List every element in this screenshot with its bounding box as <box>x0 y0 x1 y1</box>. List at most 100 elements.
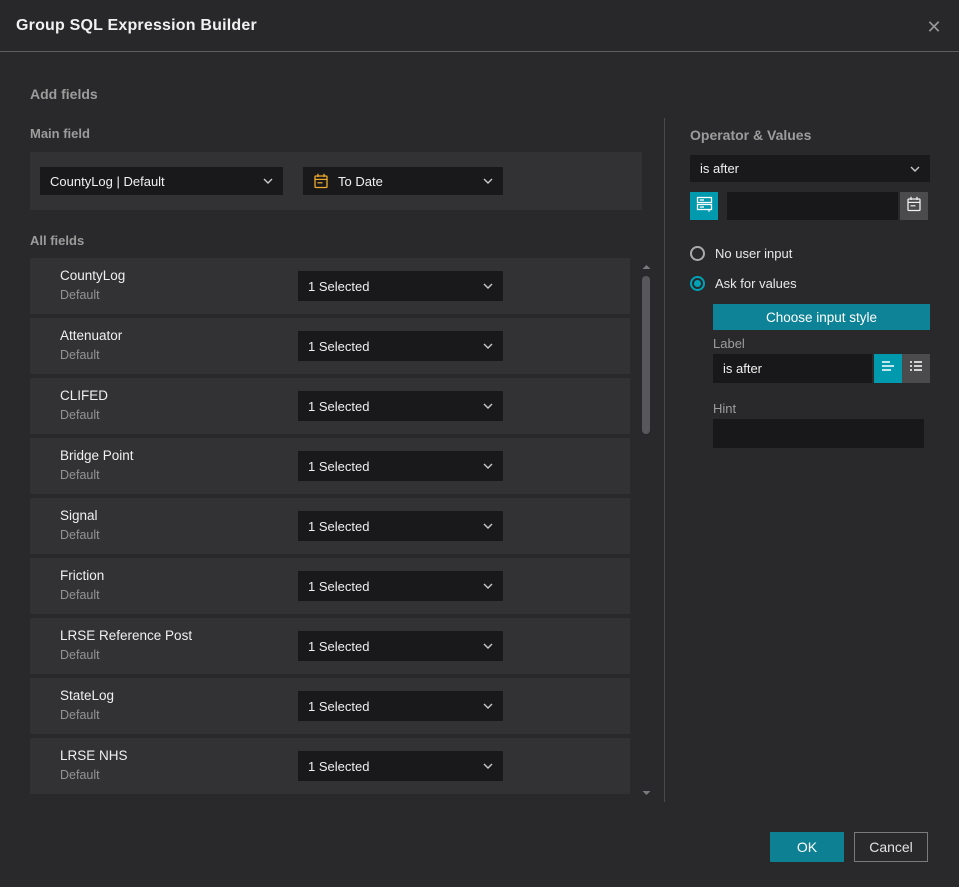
date-field-select[interactable]: To Date <box>303 167 503 195</box>
all-fields-list: CountyLog Default 1 Selected Attenuator … <box>30 258 630 794</box>
chevron-down-icon <box>483 283 493 289</box>
field-selected-dropdown[interactable]: 1 Selected <box>298 271 503 301</box>
date-picker-button[interactable] <box>900 192 928 220</box>
radio-circle-checked-icon[interactable] <box>690 276 705 291</box>
scrollbar-thumb[interactable] <box>642 276 650 434</box>
field-selected-value: 1 Selected <box>308 578 370 594</box>
date-field-select-value: To Date <box>338 173 383 189</box>
chevron-down-icon <box>483 703 493 709</box>
field-subtitle: Default <box>60 408 100 422</box>
align-left-icon <box>880 358 896 379</box>
field-selected-dropdown[interactable]: 1 Selected <box>298 451 503 481</box>
dialog-title: Group SQL Expression Builder <box>16 16 257 34</box>
ok-button[interactable]: OK <box>770 832 844 862</box>
field-row: CLIFED Default 1 Selected <box>30 378 630 434</box>
chevron-down-icon <box>483 523 493 529</box>
cancel-button[interactable]: Cancel <box>854 832 928 862</box>
field-selected-value: 1 Selected <box>308 398 370 414</box>
add-fields-heading: Add fields <box>30 86 98 102</box>
chevron-down-icon <box>263 178 273 184</box>
field-name: Bridge Point <box>60 448 134 463</box>
values-list-icon <box>696 195 713 217</box>
field-name: Signal <box>60 508 98 523</box>
main-field-select-value: CountyLog | Default <box>50 173 165 189</box>
hint-input[interactable] <box>713 419 924 448</box>
field-subtitle: Default <box>60 648 100 662</box>
field-selected-dropdown[interactable]: 1 Selected <box>298 631 503 661</box>
chevron-down-icon <box>483 643 493 649</box>
field-selected-dropdown[interactable]: 1 Selected <box>298 691 503 721</box>
field-row: LRSE Reference Post Default 1 Selected <box>30 618 630 674</box>
field-name: LRSE NHS <box>60 748 128 763</box>
calendar-icon <box>906 196 922 217</box>
field-subtitle: Default <box>60 708 100 722</box>
field-row: Signal Default 1 Selected <box>30 498 630 554</box>
main-field-heading: Main field <box>30 126 90 141</box>
field-subtitle: Default <box>60 528 100 542</box>
field-selected-dropdown[interactable]: 1 Selected <box>298 751 503 781</box>
close-icon[interactable]: ✕ <box>921 14 947 40</box>
field-selected-value: 1 Selected <box>308 278 370 294</box>
operator-select-value: is after <box>700 161 740 176</box>
field-subtitle: Default <box>60 348 100 362</box>
calendar-icon <box>313 173 329 189</box>
field-name: Attenuator <box>60 328 123 343</box>
operator-values-heading: Operator & Values <box>690 127 812 143</box>
list-input-style-button[interactable] <box>902 354 930 383</box>
scroll-up-icon[interactable] <box>641 264 651 270</box>
field-subtitle: Default <box>60 588 100 602</box>
list-scrollbar[interactable] <box>638 258 654 800</box>
label-caption: Label <box>713 336 745 351</box>
field-name: LRSE Reference Post <box>60 628 193 643</box>
field-name: CLIFED <box>60 388 109 403</box>
field-selected-dropdown[interactable]: 1 Selected <box>298 391 503 421</box>
field-row: Attenuator Default 1 Selected <box>30 318 630 374</box>
chevron-down-icon <box>483 343 493 349</box>
field-row: StateLog Default 1 Selected <box>30 678 630 734</box>
radio-no-user-input[interactable]: No user input <box>690 246 792 261</box>
chevron-down-icon <box>483 583 493 589</box>
field-selected-dropdown[interactable]: 1 Selected <box>298 511 503 541</box>
radio-no-user-input-label: No user input <box>715 246 793 261</box>
radio-ask-for-values-label: Ask for values <box>715 276 797 291</box>
panel-divider <box>664 118 665 802</box>
radio-ask-for-values[interactable]: Ask for values <box>690 276 797 291</box>
scroll-down-icon[interactable] <box>641 790 651 796</box>
field-name: Friction <box>60 568 105 583</box>
field-selected-value: 1 Selected <box>308 338 370 354</box>
field-subtitle: Default <box>60 768 100 782</box>
group-sql-expression-builder-dialog: Group SQL Expression Builder ✕ Add field… <box>0 0 959 887</box>
value-input[interactable] <box>727 192 898 220</box>
field-selected-value: 1 Selected <box>308 758 370 774</box>
choose-input-style-button[interactable]: Choose input style <box>713 304 930 330</box>
field-selected-dropdown[interactable]: 1 Selected <box>298 331 503 361</box>
all-fields-heading: All fields <box>30 233 85 248</box>
select-values-from-list-button[interactable] <box>690 192 718 220</box>
main-field-select[interactable]: CountyLog | Default <box>40 167 283 195</box>
field-name: StateLog <box>60 688 115 703</box>
hint-caption: Hint <box>713 401 737 416</box>
main-field-panel: CountyLog | Default To Date <box>30 152 642 210</box>
chevron-down-icon <box>910 166 920 172</box>
field-row: LRSE NHS Default 1 Selected <box>30 738 630 794</box>
field-row: Bridge Point Default 1 Selected <box>30 438 630 494</box>
field-selected-dropdown[interactable]: 1 Selected <box>298 571 503 601</box>
chevron-down-icon <box>483 763 493 769</box>
field-row: Friction Default 1 Selected <box>30 558 630 614</box>
chevron-down-icon <box>483 178 493 184</box>
operator-select[interactable]: is after <box>690 155 930 182</box>
field-selected-value: 1 Selected <box>308 638 370 654</box>
dialog-titlebar: Group SQL Expression Builder ✕ <box>0 0 959 52</box>
list-icon <box>908 358 924 379</box>
field-subtitle: Default <box>60 288 100 302</box>
field-selected-value: 1 Selected <box>308 698 370 714</box>
field-subtitle: Default <box>60 468 100 482</box>
chevron-down-icon <box>483 403 493 409</box>
single-input-style-button[interactable] <box>874 354 902 383</box>
field-name: CountyLog <box>60 268 126 283</box>
field-row: CountyLog Default 1 Selected <box>30 258 630 314</box>
field-selected-value: 1 Selected <box>308 458 370 474</box>
label-input[interactable] <box>713 354 872 383</box>
radio-circle-icon[interactable] <box>690 246 705 261</box>
chevron-down-icon <box>483 463 493 469</box>
